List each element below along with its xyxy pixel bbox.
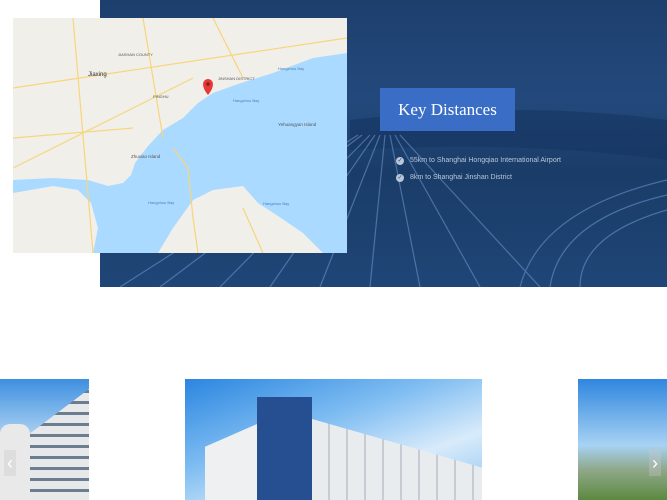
distance-text: 55km to Shanghai Hongqiao International … [410,157,561,164]
map-label-bay: Hangzhou Bay [278,66,304,71]
map-label-jinshan: JINSHAN DISTRICT [218,76,255,81]
map-label-jiashan: JIASHAN COUNTY [118,52,153,57]
location-map[interactable]: Jiaxing JIASHAN COUNTY PINGHU JINSHAN DI… [13,18,347,253]
warehouse-side [205,424,257,500]
map-label-bay: Hangzhou Bay [263,201,289,206]
map-label-bay: Hangzhou Bay [148,200,174,205]
map-label-bay: Hangzhou Bay [233,98,259,103]
carousel-image-center[interactable] [185,379,482,500]
carousel-image-right[interactable] [578,379,667,500]
warehouse-tower [257,397,312,500]
warehouse-front [312,419,482,500]
check-circle-icon: ✓ [396,156,404,165]
map-label-pinghu: PINGHU [153,94,169,99]
distance-item: ✓ 8km to Shanghai Jinshan District [396,169,561,186]
map-label-jiaxing: Jiaxing [88,72,107,78]
building-facade [30,389,89,500]
map-label-zhuxiao: Zhuxiao Island [131,154,161,159]
map-pin-icon[interactable] [203,79,213,95]
distance-list: ✓ 55km to Shanghai Hongqiao Internationa… [396,152,561,186]
map-graphic: Jiaxing JIASHAN COUNTY PINGHU JINSHAN DI… [13,18,347,253]
check-circle-icon: ✓ [396,173,404,182]
distance-item: ✓ 55km to Shanghai Hongqiao Internationa… [396,152,561,169]
key-distances-heading: Key Distances [380,88,515,131]
map-label-island: Yehuangyan Island [278,122,317,127]
carousel-image-left[interactable] [0,379,89,500]
carousel-next-button[interactable]: › [649,450,661,476]
distance-text: 8km to Shanghai Jinshan District [410,174,512,181]
carousel-prev-button[interactable]: ‹ [4,450,16,476]
